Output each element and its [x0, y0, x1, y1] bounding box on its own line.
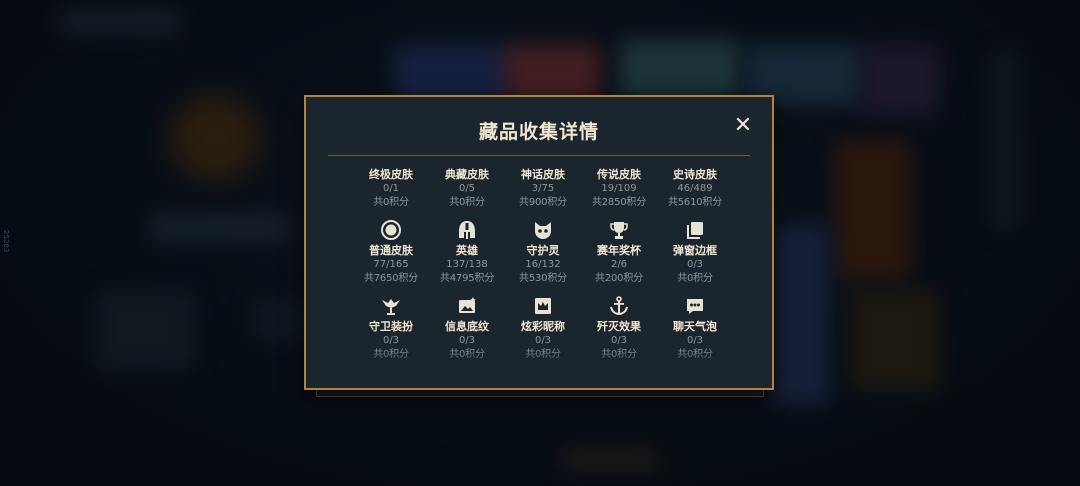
item-points: 共0积分 [525, 349, 561, 360]
title-divider [328, 155, 750, 156]
trophy-icon [610, 222, 628, 239]
side-id-label: 25283 [2, 230, 10, 253]
collection-item-chat-bubbles: 聊天气泡 0/3 共0积分 [657, 295, 733, 362]
item-name: 歼灭效果 [597, 320, 641, 333]
item-count: 77/165 [373, 259, 409, 270]
item-name: 英雄 [456, 244, 478, 257]
item-count: 46/489 [677, 183, 713, 194]
item-points: 共200积分 [595, 273, 643, 284]
collection-grid: 终极皮肤 0/1 共0积分 典藏皮肤 0/5 共0积分 神话皮肤 3/75 共9… [353, 163, 733, 388]
collection-item-finisher-effects: 歼灭效果 0/3 共0积分 [581, 295, 657, 362]
item-count: 0/5 [458, 183, 476, 194]
item-count: 0/3 [382, 335, 400, 346]
item-count: 0/3 [610, 335, 628, 346]
item-points: 共0积分 [449, 349, 485, 360]
item-name: 炫彩昵称 [521, 320, 565, 333]
helmet-icon [459, 221, 475, 239]
crown-icon [535, 298, 551, 314]
item-name: 神话皮肤 [521, 168, 565, 181]
collection-item-ultimate-skins: 终极皮肤 0/1 共0积分 [353, 167, 429, 210]
item-name: 信息底纹 [445, 320, 489, 333]
anchor-icon [610, 296, 628, 316]
item-count: 0/3 [686, 259, 704, 270]
collection-item-standard-skins: 普通皮肤 77/165 共7650积分 [353, 219, 429, 286]
item-count: 16/132 [525, 259, 561, 270]
item-points: 共0积分 [449, 197, 485, 208]
item-points: 共5610积分 [667, 197, 723, 208]
item-points: 共0积分 [677, 349, 713, 360]
item-name: 终极皮肤 [369, 168, 413, 181]
item-name: 守护灵 [526, 244, 560, 257]
collection-item-colorful-nicknames: 炫彩昵称 0/3 共0积分 [505, 295, 581, 362]
banner-icon [459, 297, 476, 313]
item-count: 0/1 [382, 183, 400, 194]
item-name: 传说皮肤 [597, 168, 641, 181]
modal-title: 藏品收集详情 [478, 121, 599, 143]
collection-details-modal: 藏品收集详情 ✕ 终极皮肤 0/1 共0积分 典藏皮肤 0/5 共0积分 神话皮… [304, 95, 774, 390]
item-count: 137/138 [446, 259, 488, 270]
close-button[interactable]: ✕ [732, 115, 754, 137]
item-name: 典藏皮肤 [445, 168, 489, 181]
item-count: 19/109 [601, 183, 637, 194]
collection-item-companions: 守护灵 16/132 共530积分 [505, 219, 581, 286]
item-points: 共530积分 [519, 273, 567, 284]
item-name: 赛年奖杯 [597, 244, 641, 257]
item-points: 共7650积分 [363, 273, 419, 284]
collection-item-ward-skins: 守卫装扮 0/3 共0积分 [353, 295, 429, 362]
collection-item-prestige-skins: 典藏皮肤 0/5 共0积分 [429, 167, 505, 210]
item-points: 共0积分 [677, 273, 713, 284]
pet-icon [535, 222, 551, 239]
item-points: 共0积分 [373, 197, 409, 208]
ring-icon [381, 220, 401, 240]
item-name: 聊天气泡 [673, 320, 717, 333]
item-points: 共0积分 [601, 349, 637, 360]
collection-item-champions: 英雄 137/138 共4795积分 [429, 219, 505, 286]
collection-item-epic-skins: 史诗皮肤 46/489 共5610积分 [657, 167, 733, 210]
collection-item-info-banners: 信息底纹 0/3 共0积分 [429, 295, 505, 362]
item-points: 共2850积分 [591, 197, 647, 208]
item-points: 共4795积分 [439, 273, 495, 284]
item-name: 普通皮肤 [369, 244, 413, 257]
item-count: 0/3 [686, 335, 704, 346]
collection-item-legendary-skins: 传说皮肤 19/109 共2850积分 [581, 167, 657, 210]
collection-item-mythic-skins: 神话皮肤 3/75 共900积分 [505, 167, 581, 210]
ward-icon [382, 299, 400, 315]
item-points: 共0积分 [373, 349, 409, 360]
item-points: 共900积分 [519, 197, 567, 208]
item-count: 0/3 [534, 335, 552, 346]
collection-item-popup-frames: 弹窗边框 0/3 共0积分 [657, 219, 733, 286]
frame-icon [687, 222, 703, 239]
item-count: 3/75 [531, 183, 555, 194]
item-name: 史诗皮肤 [673, 168, 717, 181]
item-count: 0/3 [458, 335, 476, 346]
collection-item-season-trophies: 赛年奖杯 2/6 共200积分 [581, 219, 657, 286]
chat-bubble-icon [687, 299, 703, 314]
item-name: 守卫装扮 [369, 320, 413, 333]
item-count: 2/6 [610, 259, 628, 270]
item-name: 弹窗边框 [673, 244, 717, 257]
